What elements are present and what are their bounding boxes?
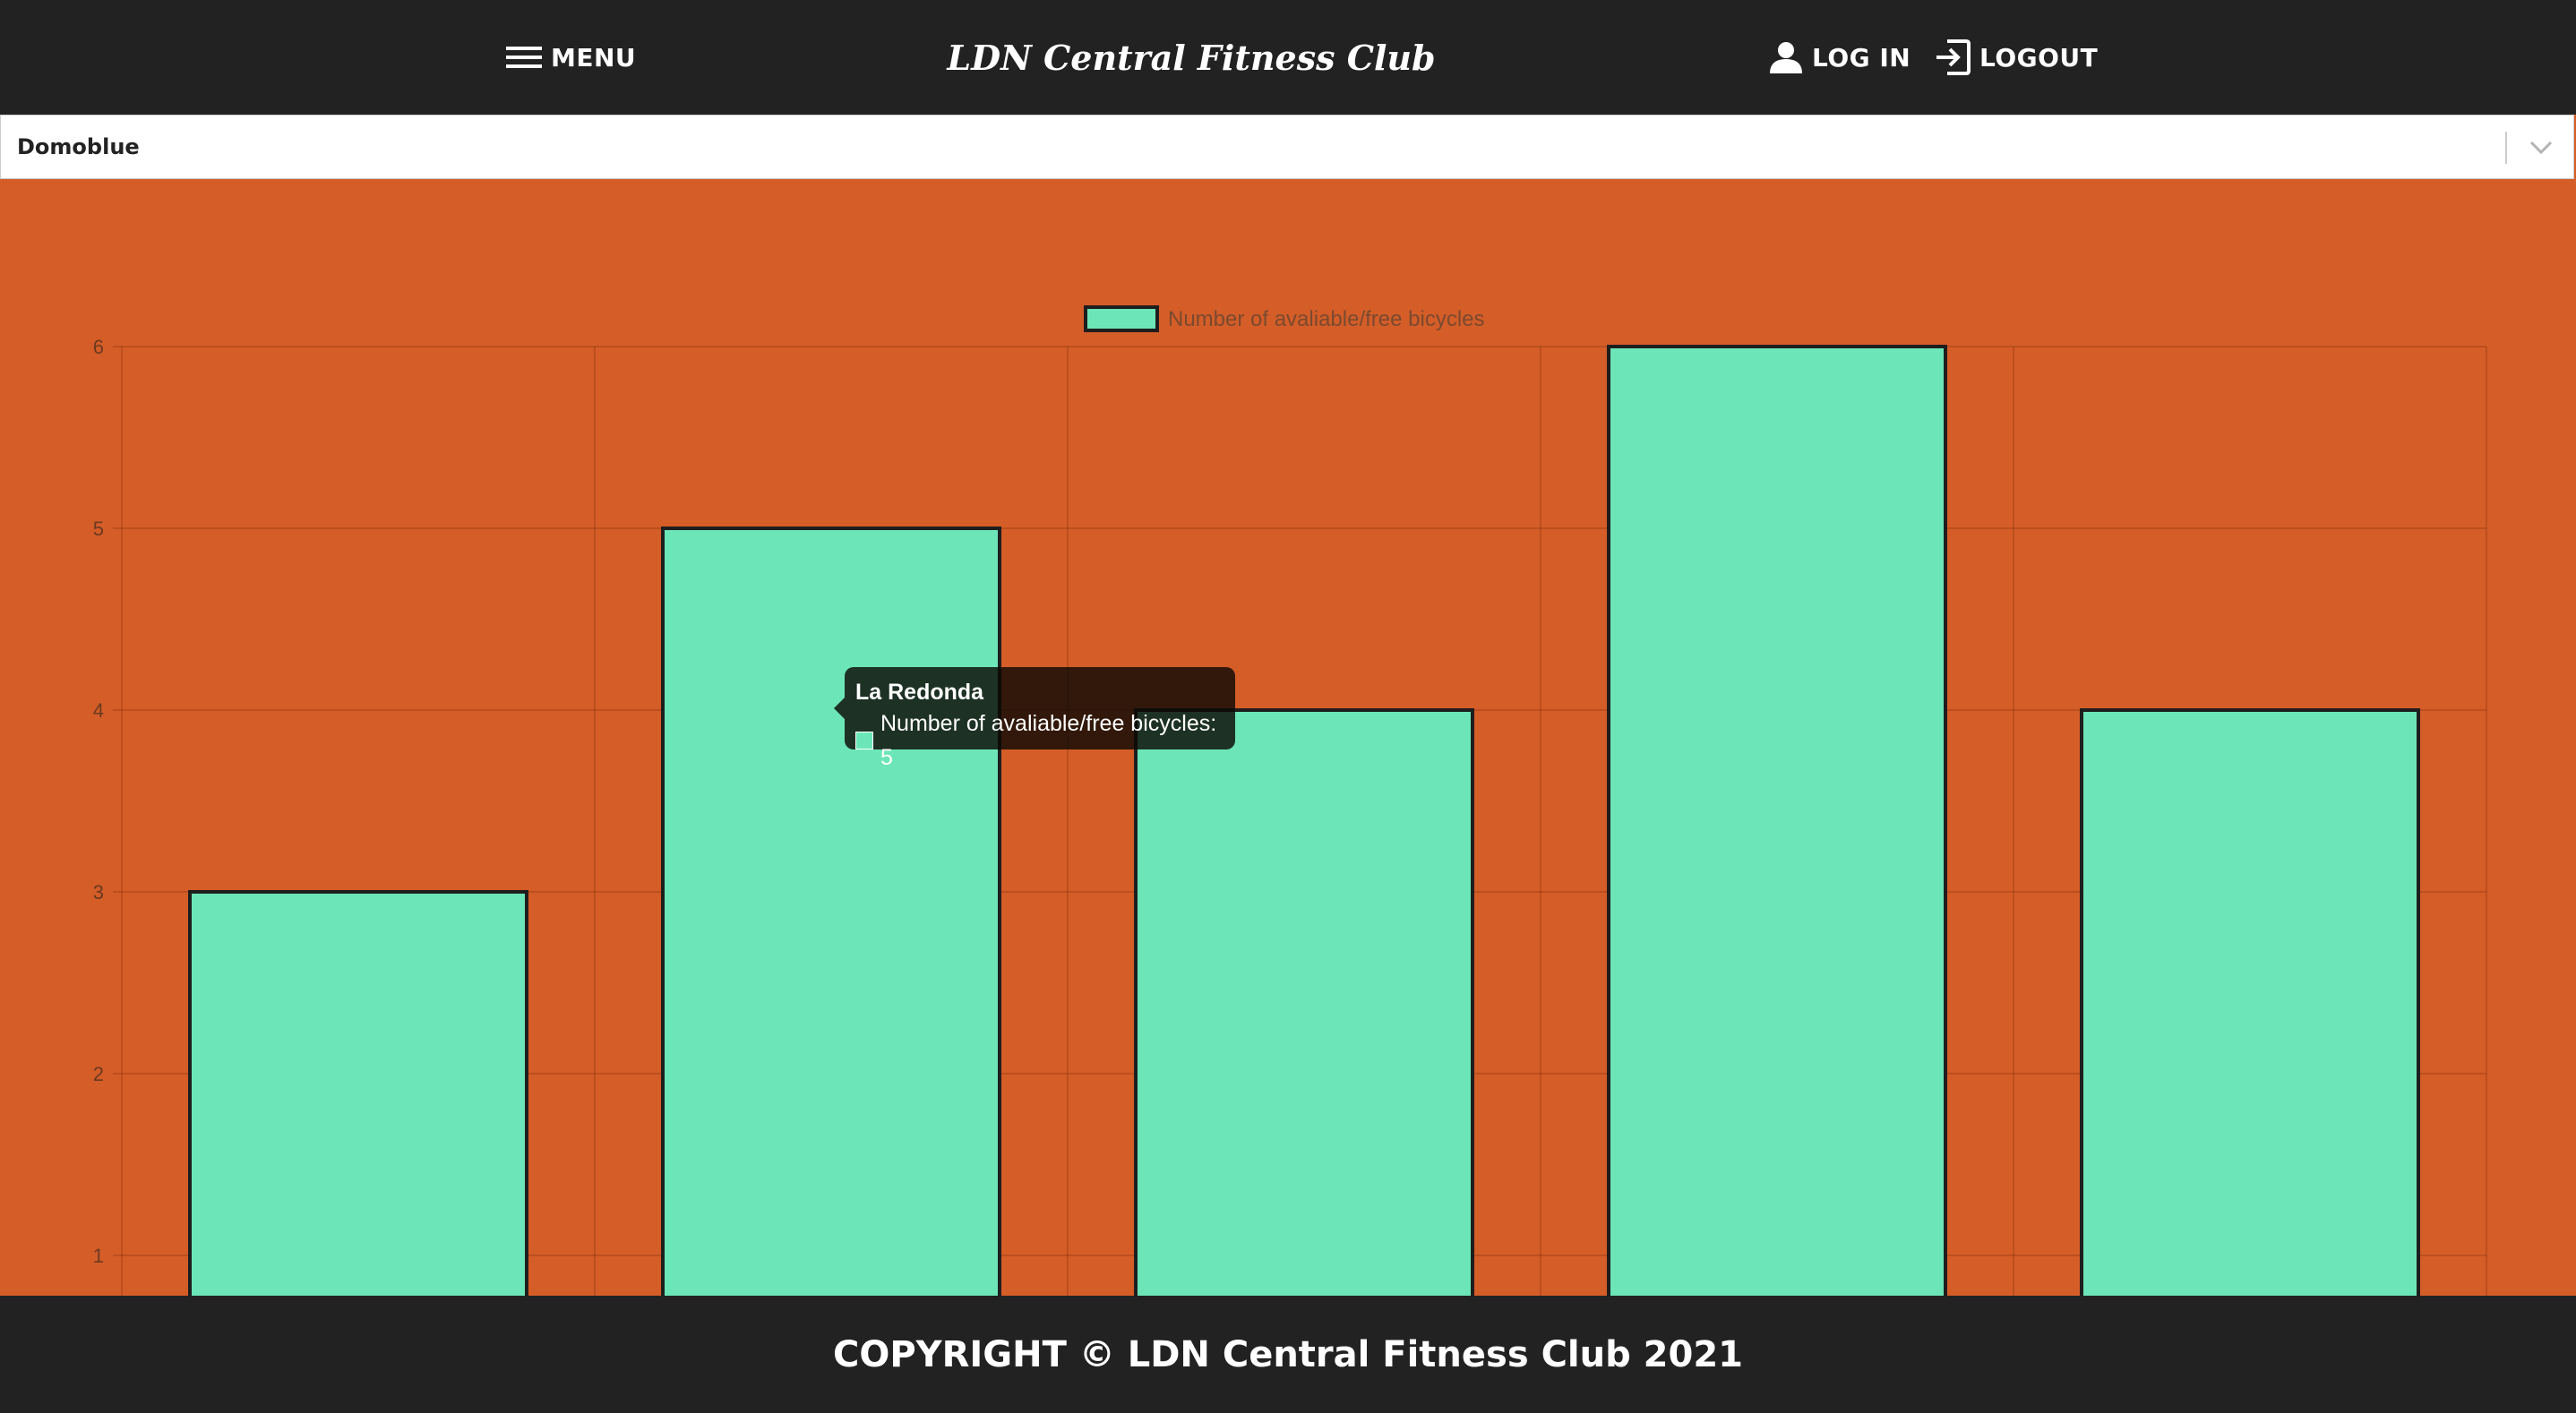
menu-label: MENU xyxy=(551,42,637,73)
menu-button[interactable]: MENU xyxy=(506,0,636,115)
y-tick-label: 1 xyxy=(93,1245,104,1267)
hamburger-menu-icon xyxy=(506,44,542,71)
chart-tooltip: La Redonda Number of avaliable/free bicy… xyxy=(834,667,1235,770)
legend-swatch xyxy=(1084,305,1159,332)
login-label: LOG IN xyxy=(1812,42,1911,73)
login-button[interactable]: LOG IN xyxy=(1769,0,1911,115)
select-separator xyxy=(2505,132,2507,164)
navbar: MENU LDN Central Fitness Club LOG IN LOG… xyxy=(0,0,2576,115)
bar xyxy=(1134,708,1474,1296)
legend-label: Number of avaliable/free bicycles xyxy=(1168,307,1485,331)
y-tick-label: 6 xyxy=(93,336,104,358)
copyright-text: COPYRIGHT © LDN Central Fitness Club 202… xyxy=(832,1333,1744,1375)
y-tick-label: 5 xyxy=(93,518,104,540)
logout-label: LOGOUT xyxy=(1979,42,2099,73)
logout-button[interactable]: LOGOUT xyxy=(1935,0,2098,115)
bar-chart: 1 2 3 4 5 6 Number of avaliable/free bicycles xyxy=(93,305,2487,1296)
y-tick-label: 4 xyxy=(93,699,104,722)
user-icon xyxy=(1769,40,1803,74)
bar xyxy=(2080,708,2420,1296)
tooltip-body: Number of avaliable/free bicycles: 5 xyxy=(880,711,1217,770)
bar xyxy=(188,890,528,1296)
chart-area: 1 2 3 4 5 6 Number of avaliable/free bicycles … xyxy=(0,179,2576,1296)
tooltip-color-swatch xyxy=(855,732,873,749)
site-brand[interactable]: LDN Central Fitness Club xyxy=(896,0,1487,115)
chevron-down-icon[interactable] xyxy=(2527,135,2555,160)
y-tick-label: 3 xyxy=(93,881,104,903)
logout-icon xyxy=(1935,39,1971,76)
y-tick-label: 2 xyxy=(93,1063,104,1085)
bar xyxy=(1607,345,1947,1296)
tooltip-title: La Redonda xyxy=(855,680,984,705)
station-select-value: Domoblue xyxy=(17,134,140,159)
footer: COPYRIGHT © LDN Central Fitness Club 202… xyxy=(0,1296,2576,1413)
bar xyxy=(661,527,1001,1296)
station-select[interactable]: Domoblue xyxy=(0,115,2574,179)
tooltip-row: Number of avaliable/free bicycles: 5 xyxy=(855,706,1235,775)
